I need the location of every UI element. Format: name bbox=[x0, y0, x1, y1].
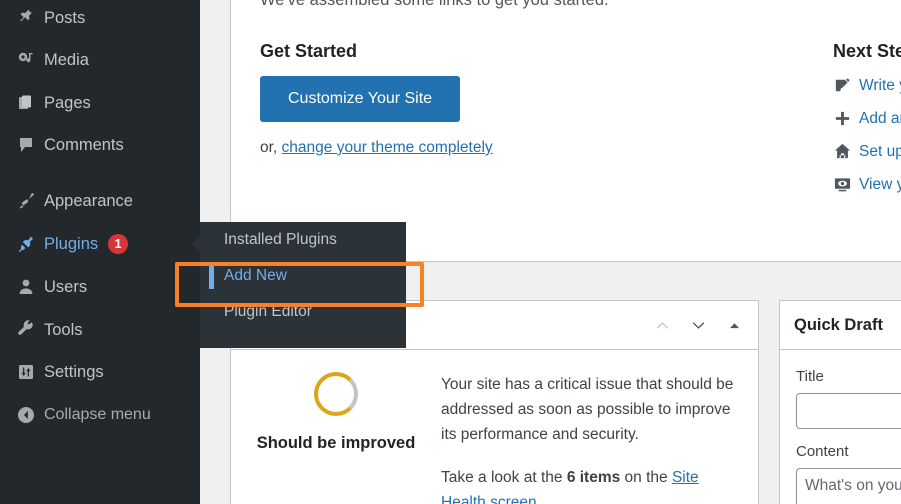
submenu-item-label: Installed Plugins bbox=[224, 231, 337, 248]
admin-sidebar: Posts Media Pages Comments Appearance Pl… bbox=[0, 0, 200, 504]
submenu-item-plugin-editor[interactable]: Plugin Editor bbox=[200, 294, 406, 330]
plug-icon bbox=[8, 227, 44, 261]
pages-icon bbox=[8, 86, 44, 120]
next-step-label: Write your first blog post bbox=[859, 76, 901, 94]
site-health-paragraph-1: Your site has a critical issue that shou… bbox=[441, 376, 734, 444]
sidebar-item-label: Pages bbox=[44, 93, 91, 112]
sidebar-item-posts[interactable]: Posts bbox=[0, 1, 200, 35]
comments-icon bbox=[8, 128, 44, 162]
sidebar-item-plugins[interactable]: Plugins 1 bbox=[0, 227, 200, 261]
sliders-icon bbox=[8, 355, 44, 389]
next-step-set-up-homepage[interactable]: Set up your homepage bbox=[833, 142, 901, 161]
submenu-item-installed-plugins[interactable]: Installed Plugins bbox=[200, 222, 406, 258]
toggle-panel-button[interactable] bbox=[718, 306, 750, 344]
submenu-item-label: Plugin Editor bbox=[224, 303, 312, 320]
user-icon bbox=[8, 270, 44, 304]
move-down-button[interactable] bbox=[682, 306, 714, 344]
plus-icon bbox=[833, 109, 859, 128]
next-step-write-first-post[interactable]: Write your first blog post bbox=[833, 76, 901, 95]
sidebar-item-label: Plugins bbox=[44, 234, 99, 253]
next-step-add-about-page[interactable]: Add an About page bbox=[833, 109, 901, 128]
or-prefix-text: or, bbox=[260, 139, 282, 156]
widget-handle-actions bbox=[646, 301, 750, 349]
welcome-intro-text: We've assembled some links to get you st… bbox=[260, 0, 609, 9]
submenu-item-add-new[interactable]: Add New bbox=[200, 258, 406, 294]
sidebar-item-media[interactable]: Media bbox=[0, 43, 200, 77]
sidebar-item-label: Comments bbox=[44, 135, 124, 154]
wrench-icon bbox=[8, 313, 44, 347]
sidebar-item-collapse-menu[interactable]: Collapse menu bbox=[0, 398, 200, 432]
quick-draft-widget-header: Quick Draft bbox=[780, 301, 901, 350]
site-health-gauge-icon bbox=[314, 372, 358, 416]
sh-item-count: 6 items bbox=[566, 469, 621, 487]
sidebar-item-tools[interactable]: Tools bbox=[0, 313, 200, 347]
customize-your-site-button[interactable]: Customize Your Site bbox=[260, 76, 461, 122]
site-health-description: Your site has a critical issue that shou… bbox=[441, 372, 758, 504]
home-icon bbox=[833, 142, 859, 161]
submenu-arrow-icon bbox=[192, 236, 200, 252]
plugins-submenu-flyout: Installed Plugins Add New Plugin Editor bbox=[192, 222, 406, 348]
welcome-column-get-started: Get Started Customize Your Site or, chan… bbox=[260, 41, 560, 157]
pin-icon bbox=[8, 1, 44, 35]
wordpress-admin-screen: Posts Media Pages Comments Appearance Pl… bbox=[0, 0, 901, 504]
sidebar-item-label: Settings bbox=[44, 362, 104, 381]
next-step-label: Set up your homepage bbox=[859, 142, 901, 160]
site-health-status-text: Should be improved bbox=[256, 434, 416, 452]
quick-draft-widget: Quick Draft Title Content bbox=[779, 300, 901, 504]
get-started-heading: Get Started bbox=[260, 41, 358, 61]
collapse-icon bbox=[8, 398, 44, 432]
next-steps-heading: Next Steps bbox=[833, 41, 901, 61]
submenu-item-label: Add New bbox=[224, 267, 287, 284]
paintbrush-icon bbox=[8, 184, 44, 218]
next-step-label: View your site bbox=[859, 175, 901, 193]
sidebar-item-label: Collapse menu bbox=[44, 406, 151, 423]
quick-draft-content-label: Content bbox=[796, 443, 849, 460]
quick-draft-content-textarea[interactable] bbox=[796, 468, 901, 504]
sidebar-item-appearance[interactable]: Appearance bbox=[0, 184, 200, 218]
sh-p2-middle: on the bbox=[620, 469, 672, 487]
sidebar-item-label: Posts bbox=[44, 8, 86, 27]
welcome-column-next-steps: Next Steps Write your first blog post Ad… bbox=[833, 41, 901, 208]
sidebar-item-settings[interactable]: Settings bbox=[0, 355, 200, 389]
sidebar-item-label: Media bbox=[44, 50, 89, 69]
sidebar-item-pages[interactable]: Pages bbox=[0, 86, 200, 120]
quick-draft-form: Title Content bbox=[780, 350, 901, 504]
edit-page-icon bbox=[833, 76, 859, 95]
change-theme-link[interactable]: change your theme completely bbox=[282, 139, 493, 156]
site-health-gauge-area: Should be improved bbox=[231, 372, 441, 504]
quick-draft-widget-title: Quick Draft bbox=[794, 315, 883, 334]
visibility-icon bbox=[833, 175, 859, 194]
next-step-view-site[interactable]: View your site bbox=[833, 175, 901, 194]
media-icon bbox=[8, 43, 44, 77]
sidebar-item-label: Users bbox=[44, 277, 88, 296]
change-theme-line: or, change your theme completely bbox=[260, 139, 560, 157]
site-health-paragraph-2: Take a look at the 6 items on the Site H… bbox=[441, 465, 742, 504]
next-step-label: Add an About page bbox=[859, 109, 901, 127]
plugins-update-badge: 1 bbox=[108, 234, 129, 254]
sidebar-item-comments[interactable]: Comments bbox=[0, 128, 200, 162]
site-health-widget-body: Should be improved Your site has a criti… bbox=[231, 350, 758, 504]
sidebar-item-label: Appearance bbox=[44, 191, 133, 210]
quick-draft-title-label: Title bbox=[796, 368, 824, 385]
sidebar-item-users[interactable]: Users bbox=[0, 270, 200, 304]
sh-p2-prefix: Take a look at the bbox=[441, 469, 567, 487]
sidebar-item-label: Tools bbox=[44, 320, 83, 339]
move-up-button[interactable] bbox=[646, 306, 678, 344]
quick-draft-title-input[interactable] bbox=[796, 393, 901, 429]
